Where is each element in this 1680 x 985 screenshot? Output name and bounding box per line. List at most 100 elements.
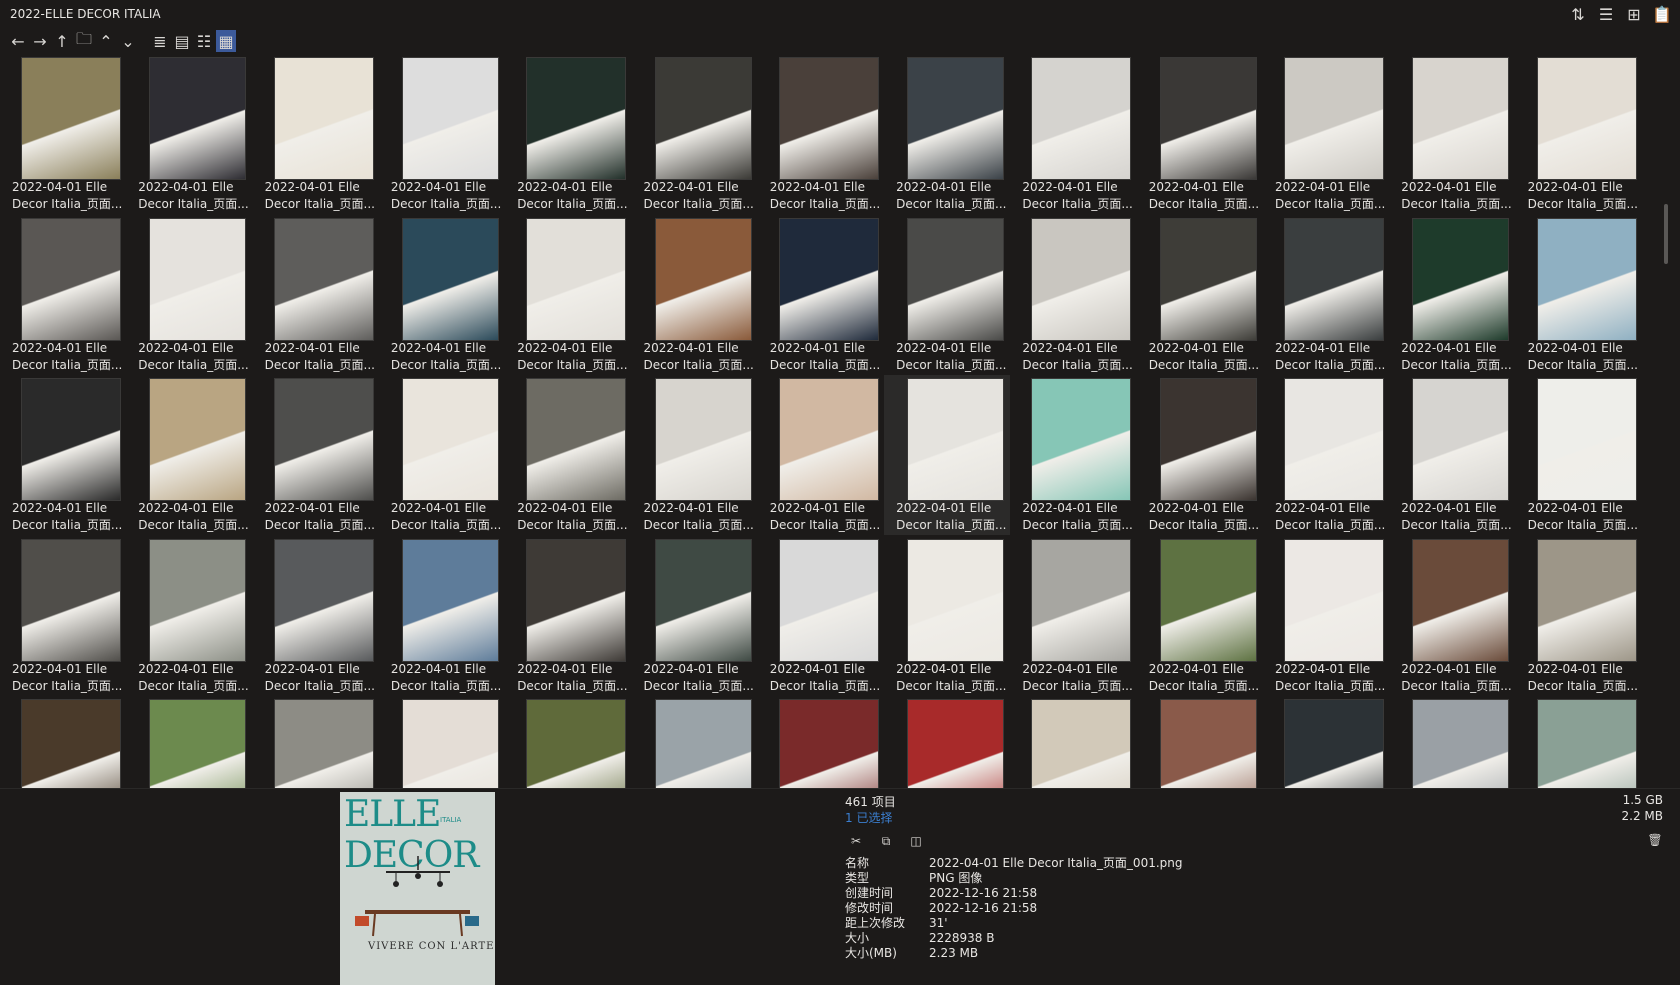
thumbnail-item[interactable] — [1516, 696, 1642, 788]
up-icon[interactable]: ↑ — [52, 30, 72, 52]
thumbnail-item[interactable]: 2022-04-01 Elle Decor Italia_页面... — [0, 215, 126, 375]
thumbnail-caption: 2022-04-01 Elle Decor Italia_页面... — [1275, 179, 1387, 213]
copy-icon[interactable]: ⧉ — [875, 830, 897, 852]
thumbnail-item[interactable]: 2022-04-01 Elle Decor Italia_页面... — [126, 54, 252, 214]
caption-line-1: 2022-04-01 Elle — [896, 501, 992, 515]
thumbnail-item[interactable]: 2022-04-01 Elle Decor Italia_页面... — [253, 215, 379, 375]
thumbnail-item[interactable]: 2022-04-01 Elle Decor Italia_页面... — [1516, 536, 1642, 696]
thumbnail-item[interactable]: 2022-04-01 Elle Decor Italia_页面... — [758, 536, 884, 696]
thumbnail-item[interactable]: 2022-04-01 Elle Decor Italia_页面... — [1263, 215, 1389, 375]
caption-line-2: Decor Italia_页面... — [1527, 518, 1638, 532]
thumbnail-item[interactable]: 2022-04-01 Elle Decor Italia_页面... — [379, 375, 505, 535]
thumbnail-item[interactable]: 2022-04-01 Elle Decor Italia_页面... — [505, 54, 631, 214]
open-folder-icon[interactable]: 🗀 — [74, 29, 94, 52]
thumbnail-item[interactable]: 2022-04-01 Elle Decor Italia_页面... — [1263, 375, 1389, 535]
thumbnail-item[interactable] — [1389, 696, 1515, 788]
thumbnail-item[interactable]: 2022-04-01 Elle Decor Italia_页面... — [1137, 215, 1263, 375]
thumbnail-item[interactable]: 2022-04-01 Elle Decor Italia_页面... — [1137, 375, 1263, 535]
thumbnail-item[interactable]: 2022-04-01 Elle Decor Italia_页面... — [1010, 215, 1136, 375]
thumbnail-view-icon[interactable]: ▦ — [216, 30, 236, 52]
thumbnail-item[interactable] — [1137, 696, 1263, 788]
new-window-icon[interactable]: ⊞ — [1624, 4, 1644, 24]
thumbnail-item[interactable]: 2022-04-01 Elle Decor Italia_页面... — [1389, 54, 1515, 214]
back-icon[interactable]: ← — [8, 30, 28, 52]
thumbnail-item[interactable]: 2022-04-01 Elle Decor Italia_页面... — [632, 215, 758, 375]
thumbnail-item[interactable]: 2022-04-01 Elle Decor Italia_页面... — [632, 536, 758, 696]
prop-row: 大小(MB) 2.23 MB — [845, 946, 1183, 961]
thumbnail-item[interactable]: 2022-04-01 Elle Decor Italia_页面... — [1263, 536, 1389, 696]
scrollbar-thumb[interactable] — [1664, 204, 1668, 264]
thumbnail-item[interactable]: 2022-04-01 Elle Decor Italia_页面... — [758, 215, 884, 375]
tiles-view-icon[interactable]: ☷ — [194, 30, 214, 52]
thumbnail-item[interactable]: 2022-04-01 Elle Decor Italia_页面... — [126, 215, 252, 375]
thumbnail-item[interactable]: 2022-04-01 Elle Decor Italia_页面... — [126, 375, 252, 535]
details-view-icon[interactable]: ▤ — [172, 30, 192, 52]
thumbnail-item[interactable]: 2022-04-01 Elle Decor Italia_页面... — [1263, 54, 1389, 214]
selected-count[interactable]: 1 已选择 — [845, 809, 892, 826]
thumbnail-item[interactable] — [126, 696, 252, 788]
thumbnail-caption: 2022-04-01 Elle Decor Italia_页面... — [517, 661, 629, 695]
thumbnail-caption: 2022-04-01 Elle Decor Italia_页面... — [138, 179, 250, 213]
caption-line-2: Decor Italia_页面... — [643, 518, 754, 532]
details-icon[interactable]: ☰ — [1596, 4, 1616, 24]
caption-line-2: Decor Italia_页面... — [1275, 678, 1386, 693]
thumbnail-item[interactable]: 2022-04-01 Elle Decor Italia_页面... — [884, 536, 1010, 696]
thumbnail-item[interactable]: 2022-04-01 Elle Decor Italia_页面... — [1137, 536, 1263, 696]
thumbnail-item[interactable]: 2022-04-01 Elle Decor Italia_页面... — [1010, 536, 1136, 696]
list-view-icon[interactable]: ≣ — [150, 30, 170, 52]
thumbnail-item[interactable]: 2022-04-01 Elle Decor Italia_页面... — [0, 54, 126, 214]
caption-line-1: 2022-04-01 Elle — [1401, 501, 1497, 515]
thumbnail-item[interactable]: 2022-04-01 Elle Decor Italia_页面... — [884, 215, 1010, 375]
vertical-scrollbar[interactable] — [1663, 54, 1669, 788]
thumbnail-item[interactable]: 2022-04-01 Elle Decor Italia_页面... — [884, 375, 1011, 535]
cut-icon[interactable]: ✂ — [845, 830, 867, 852]
thumbnail-item[interactable]: 2022-04-01 Elle Decor Italia_页面... — [1516, 375, 1642, 535]
thumbnail-item[interactable]: 2022-04-01 Elle Decor Italia_页面... — [253, 375, 379, 535]
sort-icon[interactable]: ⇅ — [1568, 4, 1588, 24]
thumbnail-item[interactable] — [0, 696, 126, 788]
thumbnail-item[interactable]: 2022-04-01 Elle Decor Italia_页面... — [1137, 54, 1263, 214]
thumbnail-item[interactable] — [379, 696, 505, 788]
compare-icon[interactable]: ◫ — [905, 830, 927, 852]
thumbnail-item[interactable]: 2022-04-01 Elle Decor Italia_页面... — [1010, 54, 1136, 214]
thumbnail-item[interactable] — [505, 696, 631, 788]
chevron-down-icon[interactable]: ⌄ — [118, 30, 138, 52]
thumbnail-item[interactable]: 2022-04-01 Elle Decor Italia_页面... — [505, 375, 631, 535]
thumbnail-caption: 2022-04-01 Elle Decor Italia_页面... — [391, 661, 503, 695]
thumbnail-item[interactable]: 2022-04-01 Elle Decor Italia_页面... — [505, 536, 631, 696]
thumbnail-item[interactable]: 2022-04-01 Elle Decor Italia_页面... — [884, 54, 1010, 214]
thumbnail-item[interactable]: 2022-04-01 Elle Decor Italia_页面... — [0, 375, 126, 535]
thumbnail-item[interactable]: 2022-04-01 Elle Decor Italia_页面... — [758, 54, 884, 214]
thumbnail-item[interactable] — [884, 696, 1010, 788]
thumbnail-item[interactable]: 2022-04-01 Elle Decor Italia_页面... — [253, 54, 379, 214]
thumbnail-item[interactable]: 2022-04-01 Elle Decor Italia_页面... — [758, 375, 884, 535]
thumbnail-item[interactable] — [758, 696, 884, 788]
thumbnail-item[interactable] — [253, 696, 379, 788]
thumbnail-item[interactable]: 2022-04-01 Elle Decor Italia_页面... — [632, 54, 758, 214]
thumbnail-grid[interactable]: 2022-04-01 Elle Decor Italia_页面... 2022-04… — [0, 54, 1665, 788]
thumbnail-item[interactable]: 2022-04-01 Elle Decor Italia_页面... — [1389, 375, 1515, 535]
thumbnail-item[interactable]: 2022-04-01 Elle Decor Italia_页面... — [1516, 215, 1642, 375]
thumbnail-item[interactable]: 2022-04-01 Elle Decor Italia_页面... — [379, 54, 505, 214]
thumbnail-item[interactable]: 2022-04-01 Elle Decor Italia_页面... — [379, 215, 505, 375]
delete-icon[interactable]: 🗑 — [1645, 830, 1665, 850]
thumbnail-item[interactable]: 2022-04-01 Elle Decor Italia_页面... — [505, 215, 631, 375]
thumbnail-item[interactable]: 2022-04-01 Elle Decor Italia_页面... — [126, 536, 252, 696]
chevron-up-icon[interactable]: ⌃ — [96, 30, 116, 52]
thumbnail-item[interactable]: 2022-04-01 Elle Decor Italia_页面... — [1516, 54, 1642, 214]
caption-line-1: 2022-04-01 Elle — [769, 661, 865, 676]
thumbnail-item[interactable]: 2022-04-01 Elle Decor Italia_页面... — [1389, 536, 1515, 696]
thumbnail-item[interactable]: 2022-04-01 Elle Decor Italia_页面... — [253, 536, 379, 696]
forward-icon[interactable]: → — [30, 30, 50, 52]
thumbnail-item[interactable]: 2022-04-01 Elle Decor Italia_页面... — [1010, 375, 1136, 535]
thumbnail-item[interactable] — [1263, 696, 1389, 788]
thumbnail-item[interactable]: 2022-04-01 Elle Decor Italia_页面... — [379, 536, 505, 696]
thumbnail-item[interactable] — [632, 696, 758, 788]
caption-line-2: Decor Italia_页面... — [896, 357, 1007, 372]
thumbnail-item[interactable]: 2022-04-01 Elle Decor Italia_页面... — [0, 536, 126, 696]
clipboard-icon[interactable]: 📋 — [1652, 4, 1672, 24]
page-thumbnail-image — [21, 57, 121, 180]
thumbnail-item[interactable]: 2022-04-01 Elle Decor Italia_页面... — [632, 375, 758, 535]
thumbnail-item[interactable]: 2022-04-01 Elle Decor Italia_页面... — [1389, 215, 1515, 375]
thumbnail-item[interactable] — [1010, 696, 1136, 788]
